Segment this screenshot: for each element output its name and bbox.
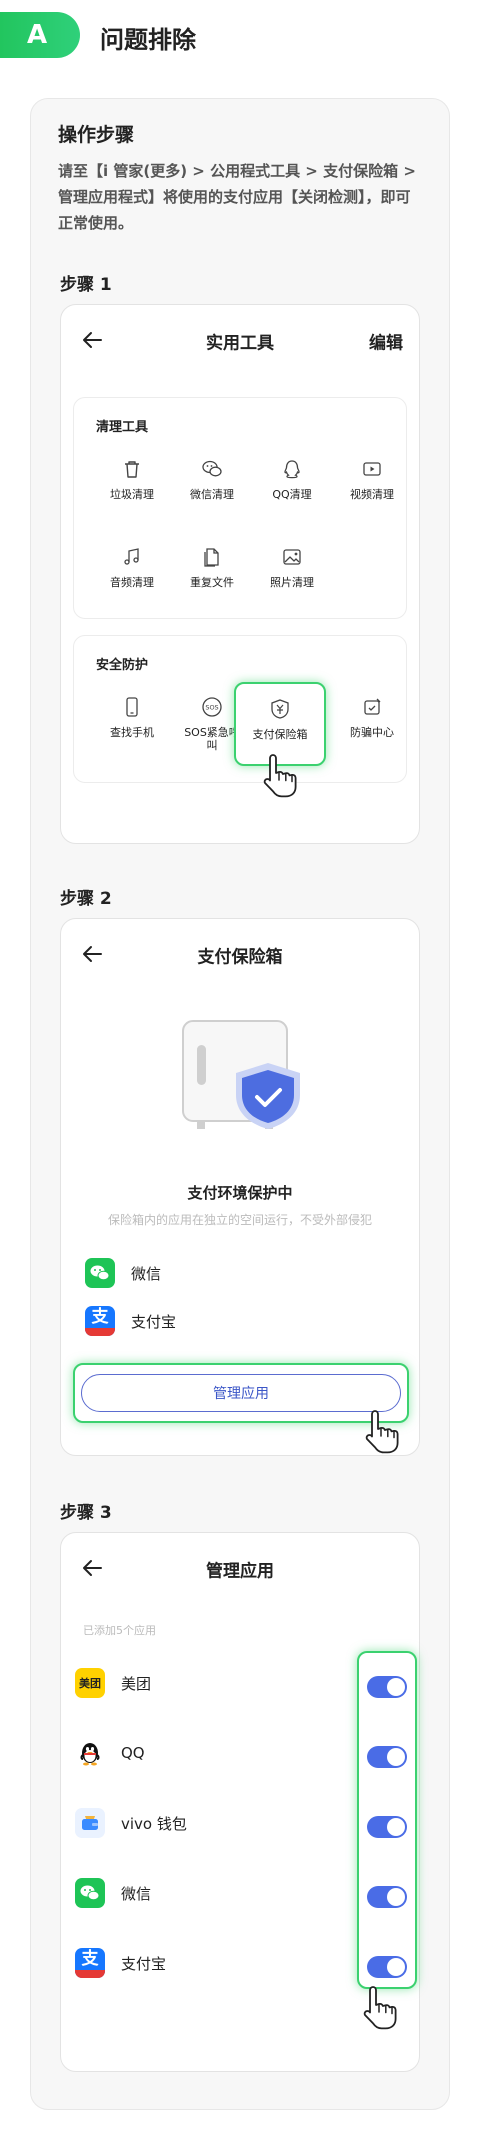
tool-label: 垃圾清理 [110, 488, 154, 501]
app-name: vivo 钱包 [121, 1814, 187, 1833]
tool-label: 查找手机 [110, 726, 154, 739]
wallet-icon [75, 1808, 105, 1838]
tool-label: 视频清理 [350, 488, 394, 501]
sos-icon: SOS [202, 697, 222, 717]
tool-label: 照片清理 [270, 576, 314, 589]
tool-label: 防骗中心 [350, 726, 394, 739]
tool-label: QQ清理 [272, 488, 312, 501]
group-title: 安全防护 [96, 658, 149, 673]
step2-topbar: 支付保险箱 [61, 919, 419, 989]
app-row-wechat: 微信 [75, 1875, 305, 1911]
app-name: QQ [121, 1744, 145, 1762]
meituan-icon: 美团 [75, 1668, 105, 1698]
app-name: 微信 [131, 1264, 162, 1283]
tool-find-phone[interactable]: 查找手机 [92, 696, 172, 739]
video-icon [363, 462, 381, 476]
trash-icon [125, 461, 139, 478]
toggles-highlight [357, 1651, 417, 1989]
step3-screen: 管理应用 已添加5个应用 美团 美团 QQ vivo 钱包 微信 支 支付宝 [60, 1532, 420, 2072]
tool-label: 重复文件 [190, 576, 234, 589]
app-name: 支付宝 [131, 1312, 177, 1331]
step1-label: 步骤 1 [60, 275, 112, 295]
toggle-vivo-wallet[interactable] [367, 1816, 407, 1838]
tool-label: 音频清理 [110, 576, 154, 589]
pointer-hand-icon [365, 1410, 399, 1454]
app-row-alipay: 支 支付宝 [75, 1945, 305, 1981]
alipay-icon: 支 [85, 1306, 115, 1336]
tool-duplicate-files[interactable]: 重复文件 [172, 546, 252, 589]
pointer-hand-icon [263, 754, 297, 798]
app-item-alipay[interactable]: 支 支付宝 [85, 1305, 176, 1337]
manage-apps-button[interactable]: 管理应用 [81, 1374, 401, 1412]
step3-label: 步骤 3 [60, 1503, 112, 1523]
music-note-icon [124, 548, 139, 565]
tool-anti-fraud[interactable]: 防骗中心 [332, 696, 412, 739]
section-title: 问题排除 [100, 26, 196, 54]
clean-tools-group: 清理工具 垃圾清理 微信清理 QQ清理 视频清理 音频清理 重复文件 照片清理 [73, 397, 407, 619]
step1-screen: 实用工具 编辑 清理工具 垃圾清理 微信清理 QQ清理 视频清理 音频清理 重复… [60, 304, 420, 844]
steps-title: 操作步骤 [58, 124, 135, 146]
page-title: 支付保险箱 [197, 947, 283, 968]
alipay-icon: 支 [75, 1948, 105, 1978]
manage-apps-highlight: 管理应用 [73, 1363, 409, 1423]
added-apps-count: 已添加5个应用 [83, 1624, 156, 1637]
tool-qq-clean[interactable]: QQ清理 [252, 458, 332, 501]
section-header: A 问题排除 [0, 12, 480, 58]
app-name: 美团 [121, 1674, 152, 1693]
app-item-wechat[interactable]: 微信 [85, 1257, 161, 1289]
app-name: 支付宝 [121, 1954, 167, 1973]
step1-topbar: 实用工具 编辑 [61, 305, 419, 375]
section-badge: A [0, 12, 80, 58]
pointer-hand-icon [363, 1986, 397, 2030]
anti-fraud-icon [364, 698, 381, 715]
page-title: 管理应用 [206, 1561, 274, 1582]
step3-topbar: 管理应用 [61, 1533, 419, 1603]
photo-icon [283, 549, 301, 565]
app-name: 微信 [121, 1884, 152, 1903]
step2-label: 步骤 2 [60, 889, 112, 909]
app-row-qq: QQ [75, 1735, 305, 1771]
tool-photo-clean[interactable]: 照片清理 [252, 546, 332, 589]
qq-outline-icon [284, 460, 300, 479]
toggle-wechat[interactable] [367, 1886, 407, 1908]
security-group: 安全防护 查找手机 SOS SOS紧急呼叫 支付保险箱 防骗中心 [73, 635, 407, 783]
tool-label: 微信清理 [190, 488, 234, 501]
wechat-icon [85, 1258, 115, 1288]
protection-status: 支付环境保护中 [187, 1184, 293, 1202]
group-title: 清理工具 [96, 420, 149, 435]
edit-button[interactable]: 编辑 [369, 329, 403, 354]
toggle-alipay[interactable] [367, 1956, 407, 1978]
toggle-qq[interactable] [367, 1746, 407, 1768]
toggle-meituan[interactable] [367, 1676, 407, 1698]
protection-description: 保险箱内的应用在独立的空间运行，不受外部侵犯 [107, 1213, 372, 1227]
tool-video-clean[interactable]: 视频清理 [332, 458, 412, 501]
tool-label: 支付保险箱 [252, 728, 308, 741]
tool-audio-clean[interactable]: 音频清理 [92, 546, 172, 589]
wechat-outline-icon [202, 460, 222, 477]
phone-icon [126, 697, 138, 717]
shield-yuan-icon [271, 699, 289, 719]
safe-shield-illustration [182, 1020, 300, 1129]
app-row-vivo-wallet: vivo 钱包 [75, 1805, 305, 1841]
qq-penguin-icon [75, 1738, 105, 1768]
wechat-icon [75, 1878, 105, 1908]
app-row-meituan: 美团 美团 [75, 1665, 305, 1701]
step2-screen: 支付保险箱 支付环境保护中 保险箱内的应用在独立的空间运行，不受外部侵犯 微信 … [60, 918, 420, 1456]
page-title: 实用工具 [206, 333, 274, 354]
tool-trash-clean[interactable]: 垃圾清理 [92, 458, 172, 501]
tool-wechat-clean[interactable]: 微信清理 [172, 458, 252, 501]
svg-text:SOS: SOS [205, 704, 218, 712]
duplicate-file-icon [204, 548, 219, 567]
steps-intro: 请至【i 管家(更多) > 公用程式工具 > 支付保险箱 > 管理应用程式】将使… [58, 162, 416, 232]
